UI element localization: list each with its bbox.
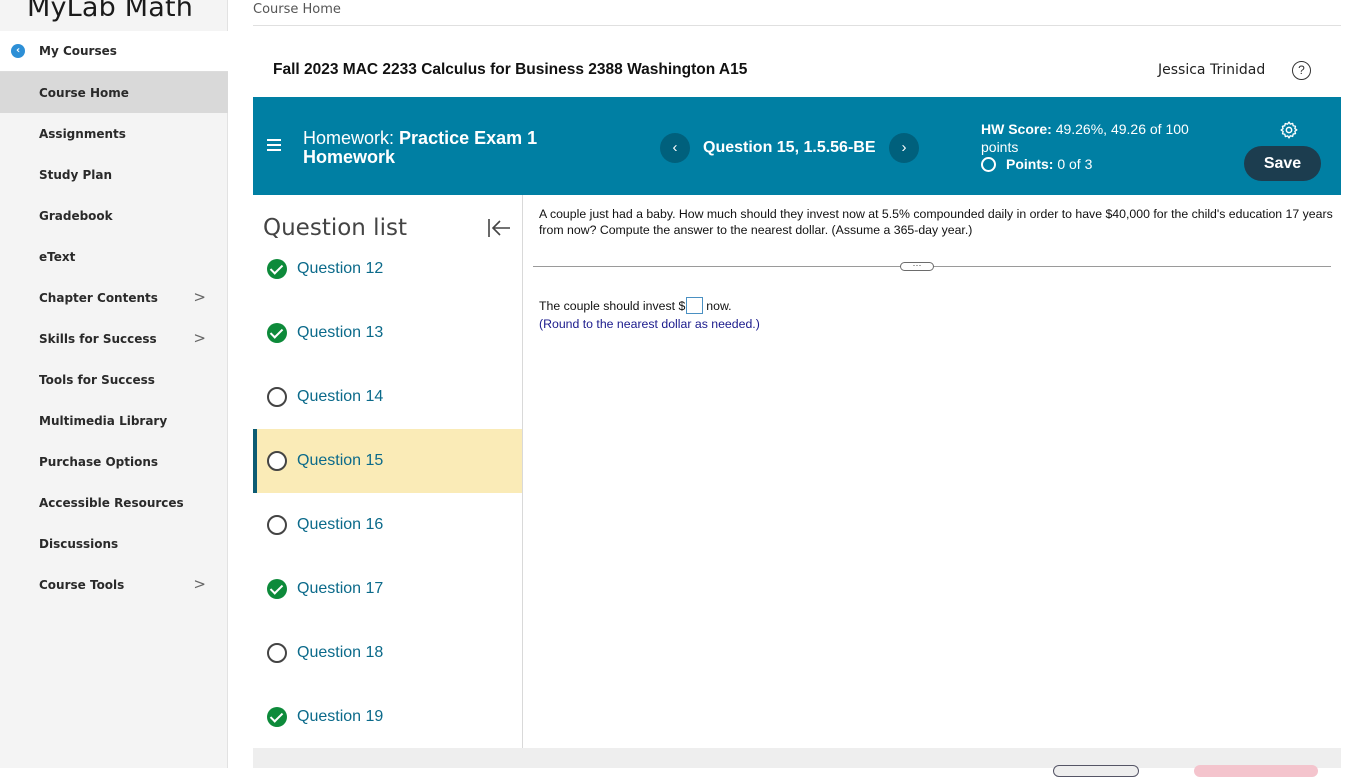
sidebar-item-label: Discussions xyxy=(39,536,119,551)
homework-prefix: Homework: xyxy=(303,128,395,148)
help-icon[interactable]: ? xyxy=(1292,61,1311,80)
question-list-item[interactable]: Question 13 xyxy=(253,301,522,365)
answer-input[interactable] xyxy=(686,297,704,314)
sidebar-item-chapter-contents[interactable]: Chapter Contents > xyxy=(0,277,228,318)
menu-icon[interactable] xyxy=(267,139,281,153)
points-status-icon xyxy=(981,156,996,172)
empty-circle-icon xyxy=(267,387,287,407)
homework-title: Homework: Practice Exam 1 Homework xyxy=(303,129,603,167)
breadcrumb: Course Home xyxy=(253,2,341,17)
chevron-left-icon: ‹ xyxy=(11,44,25,58)
chevron-right-icon: > xyxy=(193,329,206,347)
empty-circle-icon xyxy=(267,515,287,535)
question-list-item-label: Question 16 xyxy=(297,516,384,533)
answer-hint: (Round to the nearest dollar as needed.) xyxy=(539,317,760,331)
sidebar-item-label: Course Home xyxy=(39,85,129,100)
sidebar-item-multimedia-library[interactable]: Multimedia Library xyxy=(0,400,228,441)
chevron-right-icon: > xyxy=(193,575,206,593)
footer-bar xyxy=(253,748,1341,768)
sidebar-item-label: Accessible Resources xyxy=(39,495,184,510)
previous-question-button[interactable]: ‹ xyxy=(660,133,690,163)
answer-suffix: now. xyxy=(706,298,732,313)
question-list-item[interactable]: Question 14 xyxy=(253,365,522,429)
course-title: Fall 2023 MAC 2233 Calculus for Business… xyxy=(273,61,748,78)
check-circle-icon xyxy=(267,707,287,727)
sidebar-item-label: Multimedia Library xyxy=(39,413,168,428)
check-circle-icon xyxy=(267,259,287,279)
question-text: A couple just had a baby. How much shoul… xyxy=(539,207,1333,237)
save-button[interactable]: Save xyxy=(1244,146,1321,181)
more-icon[interactable]: ··· xyxy=(900,261,934,271)
sidebar-item-label: Study Plan xyxy=(39,167,113,182)
question-list-panel: Question list Question 12 Question 13 Qu… xyxy=(253,195,523,748)
next-question-button[interactable]: › xyxy=(889,133,919,163)
sidebar: MyLab Math ‹ My Courses Course Home Assi… xyxy=(0,0,228,768)
points-value: 0 of 3 xyxy=(1057,156,1093,172)
user-name[interactable]: Jessica Trinidad xyxy=(1158,62,1265,78)
footer-button-secondary[interactable] xyxy=(1053,765,1139,777)
answer-prefix: The couple should invest $ xyxy=(539,298,686,313)
question-list-item-label: Question 15 xyxy=(297,452,384,469)
question-list-item-current[interactable]: Question 15 xyxy=(253,429,522,493)
question-label: Question 15, 1.5.56-BE xyxy=(703,139,876,156)
chevron-right-icon: > xyxy=(193,288,206,306)
sidebar-item-label: Skills for Success xyxy=(39,331,157,346)
sidebar-item-course-tools[interactable]: Course Tools > xyxy=(0,564,228,605)
sidebar-item-study-plan[interactable]: Study Plan xyxy=(0,154,228,195)
sidebar-item-my-courses[interactable]: ‹ My Courses xyxy=(0,31,228,72)
sidebar-item-skills-for-success[interactable]: Skills for Success > xyxy=(0,318,228,359)
footer-button-primary[interactable] xyxy=(1194,765,1318,777)
collapse-panel-icon[interactable] xyxy=(487,217,511,239)
question-list-item[interactable]: Question 17 xyxy=(253,557,522,621)
breadcrumb-divider xyxy=(253,25,1341,26)
sidebar-item-label: Purchase Options xyxy=(39,454,159,469)
question-list-item[interactable]: Question 19 xyxy=(253,685,522,749)
hw-score-label: HW Score: xyxy=(981,121,1052,137)
sidebar-item-etext[interactable]: eText xyxy=(0,236,228,277)
answer-line: The couple should invest $ now. xyxy=(539,297,732,314)
empty-circle-icon xyxy=(267,643,287,663)
question-list-item[interactable]: Question 18 xyxy=(253,621,522,685)
sidebar-item-label: eText xyxy=(39,249,76,264)
question-list-item-label: Question 19 xyxy=(297,708,384,725)
sidebar-item-label: Course Tools xyxy=(39,577,125,592)
question-list-item-label: Question 12 xyxy=(297,260,384,277)
sidebar-item-course-home[interactable]: Course Home xyxy=(0,72,228,113)
empty-circle-icon xyxy=(267,451,287,471)
sidebar-item-purchase-options[interactable]: Purchase Options xyxy=(0,441,228,482)
sidebar-item-label: Assignments xyxy=(39,126,126,141)
hw-score: HW Score: 49.26%, 49.26 of 100 points xyxy=(981,120,1221,156)
question-list-item-label: Question 17 xyxy=(297,580,384,597)
check-circle-icon xyxy=(267,323,287,343)
sidebar-item-gradebook[interactable]: Gradebook xyxy=(0,195,228,236)
sidebar-item-assignments[interactable]: Assignments xyxy=(0,113,228,154)
app-logo: MyLab Math xyxy=(27,0,194,23)
sidebar-item-label: Gradebook xyxy=(39,208,113,223)
check-circle-icon xyxy=(267,579,287,599)
question-list-item-label: Question 18 xyxy=(297,644,384,661)
question-list-item-label: Question 14 xyxy=(297,388,384,405)
gear-icon[interactable] xyxy=(1279,120,1299,140)
question-list-item[interactable]: Question 12 xyxy=(253,237,522,301)
question-list-item[interactable]: Question 16 xyxy=(253,493,522,557)
sidebar-item-label: Tools for Success xyxy=(39,372,155,387)
sidebar-item-discussions[interactable]: Discussions xyxy=(0,523,228,564)
question-list-item-label: Question 13 xyxy=(297,324,384,341)
sidebar-nav: ‹ My Courses Course Home Assignments Stu… xyxy=(0,31,228,605)
sidebar-item-label: Chapter Contents xyxy=(39,290,158,305)
sidebar-item-tools-for-success[interactable]: Tools for Success xyxy=(0,359,228,400)
homework-header: Homework: Practice Exam 1 Homework ‹ Que… xyxy=(253,97,1341,195)
points: Points: 0 of 3 xyxy=(981,156,1092,172)
points-label: Points: xyxy=(1006,156,1054,172)
sidebar-item-accessible-resources[interactable]: Accessible Resources xyxy=(0,482,228,523)
sidebar-item-label: My Courses xyxy=(39,44,117,58)
